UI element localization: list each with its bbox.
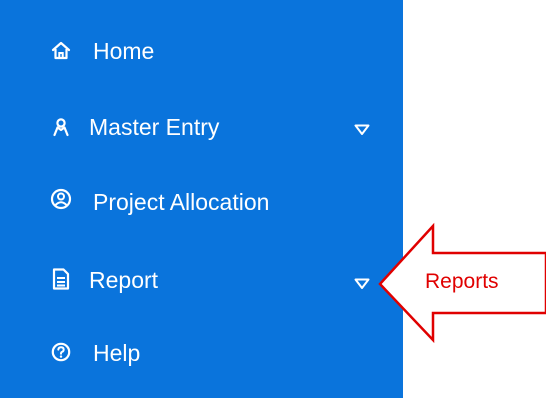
help-circle-icon	[50, 341, 72, 363]
sidebar-item-project-allocation[interactable]: Project Allocation	[0, 172, 403, 232]
document-icon	[50, 268, 72, 290]
sidebar-item-label: Project Allocation	[93, 189, 270, 215]
sidebar-item-label: Help	[93, 340, 141, 366]
sidebar-item-home[interactable]: Home	[0, 23, 403, 83]
home-icon	[50, 40, 72, 62]
user-circle-icon	[50, 188, 72, 210]
sidebar-menu: Home Master Entry Project Allocation Rep…	[0, 0, 403, 398]
sidebar-item-master-entry[interactable]: Master Entry	[0, 98, 403, 158]
sidebar-item-help[interactable]: Help	[0, 323, 403, 383]
annotation-label: Reports	[425, 270, 499, 293]
sidebar-item-label: Report	[89, 267, 159, 293]
user-icon	[50, 116, 72, 138]
chevron-down-icon[interactable]	[354, 278, 370, 290]
sidebar-item-label: Master Entry	[89, 114, 220, 140]
sidebar-item-report[interactable]: Report	[0, 250, 403, 310]
sidebar-item-label: Home	[93, 38, 155, 64]
cropped-header-strip	[0, 0, 403, 6]
chevron-down-icon[interactable]	[354, 124, 370, 136]
